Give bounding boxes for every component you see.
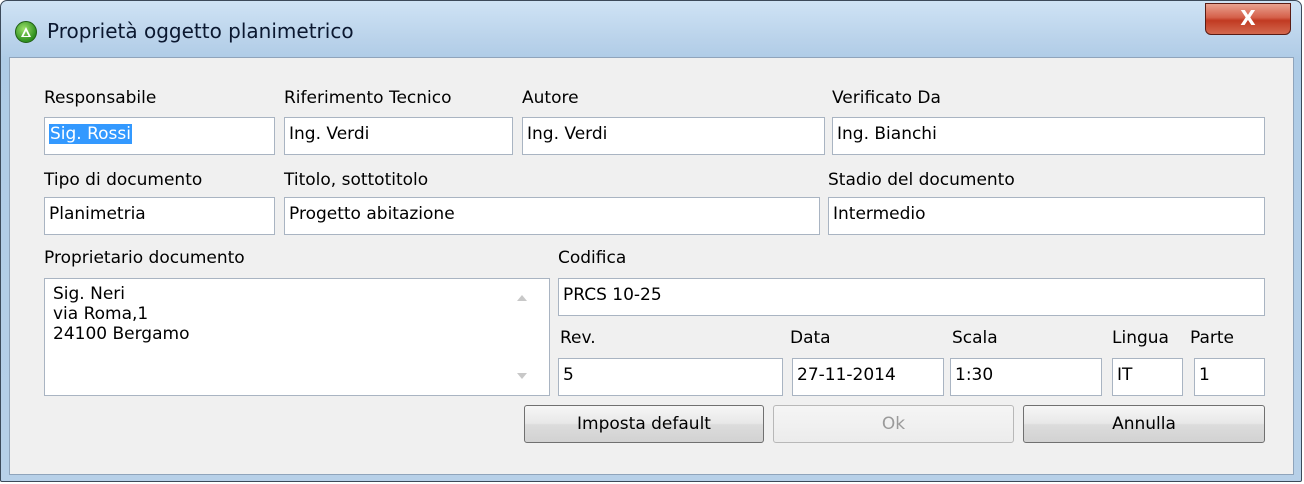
data-field[interactable]: 27-11-2014 <box>792 358 944 396</box>
label-titolo: Titolo, sottotitolo <box>284 170 429 190</box>
label-scala: Scala <box>952 328 998 348</box>
tipo-documento-field[interactable]: Planimetria <box>44 197 275 235</box>
responsabile-value: Sig. Rossi <box>49 124 132 144</box>
set-default-button[interactable]: Imposta default <box>524 405 764 443</box>
autore-field[interactable]: Ing. Verdi <box>522 117 825 155</box>
titolo-field[interactable]: Progetto abitazione <box>284 197 820 235</box>
app-logo-icon <box>15 21 37 43</box>
label-lingua: Lingua <box>1112 328 1169 348</box>
label-stadio-documento: Stadio del documento <box>828 170 1015 190</box>
scroll-down-icon[interactable] <box>517 373 527 379</box>
scala-field[interactable]: 1:30 <box>950 358 1102 396</box>
lingua-field[interactable]: IT <box>1112 358 1183 396</box>
stadio-documento-field[interactable]: Intermedio <box>828 197 1265 235</box>
label-rev: Rev. <box>560 328 596 348</box>
dialog-body: Responsabile Riferimento Tecnico Autore … <box>9 57 1294 475</box>
label-data: Data <box>790 328 831 348</box>
proprietario-textarea[interactable]: Sig. Neri via Roma,1 24100 Bergamo <box>44 278 550 396</box>
memo-line: via Roma,1 <box>53 304 149 324</box>
close-button[interactable]: X <box>1205 3 1291 35</box>
label-riferimento-tecnico: Riferimento Tecnico <box>284 88 452 108</box>
responsabile-field[interactable]: Sig. Rossi <box>44 117 275 155</box>
title-bar[interactable]: Proprietà oggetto planimetrico X <box>1 1 1301 57</box>
parte-field[interactable]: 1 <box>1194 358 1265 396</box>
rev-field[interactable]: 5 <box>558 358 783 396</box>
label-responsabile: Responsabile <box>44 88 157 108</box>
memo-line: 24100 Bergamo <box>53 324 190 344</box>
close-icon: X <box>1240 6 1256 30</box>
cancel-button[interactable]: Annulla <box>1023 405 1265 443</box>
window-title: Proprietà oggetto planimetrico <box>47 19 354 43</box>
label-parte: Parte <box>1190 328 1235 348</box>
label-tipo-documento: Tipo di documento <box>44 170 203 190</box>
dialog-window: Proprietà oggetto planimetrico X Respons… <box>0 0 1302 482</box>
riferimento-tecnico-field[interactable]: Ing. Verdi <box>284 117 513 155</box>
label-proprietario: Proprietario documento <box>44 248 245 268</box>
scroll-up-icon[interactable] <box>517 295 527 301</box>
label-verificato-da: Verificato Da <box>832 88 941 108</box>
verificato-da-field[interactable]: Ing. Bianchi <box>832 117 1265 155</box>
label-codifica: Codifica <box>558 248 627 268</box>
label-autore: Autore <box>522 88 579 108</box>
codifica-field[interactable]: PRCS 10-25 <box>558 278 1265 316</box>
memo-line: Sig. Neri <box>53 284 126 304</box>
ok-button[interactable]: Ok <box>773 405 1014 443</box>
